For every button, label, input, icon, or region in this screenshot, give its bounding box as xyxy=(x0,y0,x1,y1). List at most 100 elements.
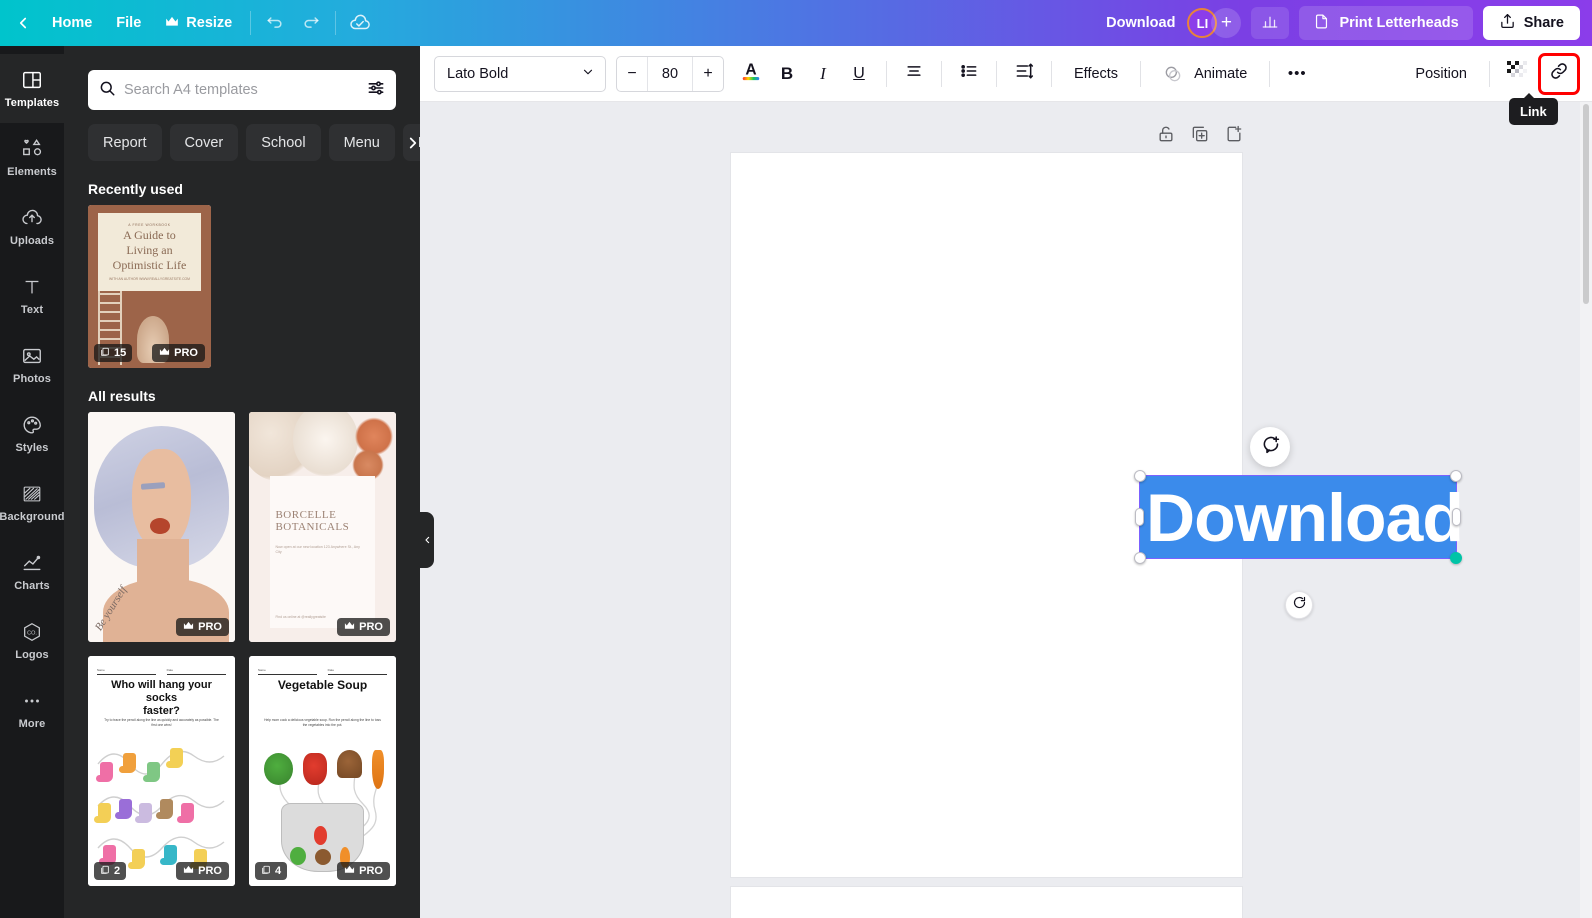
crown-icon xyxy=(159,347,170,359)
chip-school[interactable]: School xyxy=(246,124,321,161)
upload-cloud-icon xyxy=(20,206,44,230)
undo-button[interactable] xyxy=(257,7,293,39)
sidebar-item-templates[interactable]: Templates xyxy=(0,54,64,123)
design-canvas[interactable]: Download xyxy=(420,102,1592,918)
text-color-icon: A xyxy=(740,59,762,88)
page-count-badge: 15 xyxy=(94,344,133,362)
crown-icon xyxy=(183,865,194,877)
template-card-vegetable-soup[interactable]: Name Date Vegetable Soup Help mom cook a… xyxy=(249,656,396,886)
sidebar-item-background[interactable]: Background xyxy=(0,468,64,537)
page-count-badge: 2 xyxy=(94,862,127,880)
text-icon xyxy=(20,275,44,299)
resize-handle-top-right[interactable] xyxy=(1450,470,1462,482)
resize-button[interactable]: Resize xyxy=(153,7,244,39)
resize-handle-middle-right[interactable] xyxy=(1452,508,1461,526)
resize-handle-top-left[interactable] xyxy=(1134,470,1146,482)
redo-button[interactable] xyxy=(293,7,329,39)
sidebar-item-logos[interactable]: CO. Logos xyxy=(0,606,64,675)
crown-icon xyxy=(183,621,194,633)
chip-menu[interactable]: Menu xyxy=(328,124,395,161)
file-menu-button[interactable]: File xyxy=(104,7,153,39)
bar-chart-icon xyxy=(1261,12,1279,35)
template-card-socks[interactable]: Name Date Who will hang your socks faste… xyxy=(88,656,235,886)
add-collaborator-button[interactable]: + xyxy=(1211,8,1242,38)
add-page-icon[interactable] xyxy=(1224,124,1244,149)
cloud-check-icon[interactable] xyxy=(342,7,378,39)
chip-cover[interactable]: Cover xyxy=(169,124,239,161)
search-box[interactable] xyxy=(88,70,396,110)
home-button[interactable]: Home xyxy=(40,7,104,39)
design-page[interactable]: Download xyxy=(731,153,1464,877)
italic-button[interactable]: I xyxy=(806,56,840,92)
lock-icon[interactable] xyxy=(1156,124,1176,149)
photo-icon xyxy=(20,344,44,368)
template-card-guide[interactable]: A FREE WORKBOOK A Guide to Living an Opt… xyxy=(88,205,211,368)
home-label: Home xyxy=(52,15,93,31)
print-letterheads-button[interactable]: Print Letterheads xyxy=(1299,6,1473,40)
sidebar-item-photos[interactable]: Photos xyxy=(0,330,64,399)
template-card-borcelle[interactable]: BORCELLE BOTANICALS Now open at our new … xyxy=(249,412,396,642)
resize-handle-middle-left[interactable] xyxy=(1135,508,1144,526)
toolbar-divider-2 xyxy=(335,11,337,35)
next-page-preview[interactable] xyxy=(731,887,1242,918)
template-title-line-1: A Guide to xyxy=(123,227,176,242)
sidebar-item-text[interactable]: Text xyxy=(0,261,64,330)
back-button[interactable] xyxy=(10,14,40,32)
transparency-button[interactable] xyxy=(1500,56,1534,92)
font-family-select[interactable]: Lato Bold xyxy=(434,55,606,92)
text-align-button[interactable] xyxy=(897,56,931,92)
toolbar-divider-d xyxy=(1051,60,1052,87)
text-color-button[interactable]: A xyxy=(734,56,768,92)
all-results-title: All results xyxy=(88,388,156,404)
more-options-button[interactable]: ••• xyxy=(1280,56,1314,92)
download-button[interactable]: Download xyxy=(1094,7,1187,39)
filter-sliders-icon[interactable] xyxy=(366,78,386,103)
logo-hexagon-icon: CO. xyxy=(20,620,44,644)
sock-5 xyxy=(94,803,112,824)
resize-handle-bottom-left[interactable] xyxy=(1134,552,1146,564)
sock-3 xyxy=(142,761,160,782)
bullet-list-icon xyxy=(959,61,979,86)
font-size-stepper: − 80 + xyxy=(616,55,724,92)
search-input[interactable] xyxy=(116,82,366,98)
sidebar-item-uploads[interactable]: Uploads xyxy=(0,192,64,261)
underline-button[interactable]: U xyxy=(842,56,876,92)
sidebar-item-styles[interactable]: Styles xyxy=(0,399,64,468)
selected-text-element[interactable]: Download xyxy=(1134,470,1464,564)
sidebar-item-label: Text xyxy=(20,304,44,316)
link-button[interactable] xyxy=(1538,52,1580,95)
sidebar-item-more[interactable]: More xyxy=(0,675,64,744)
rotate-handle[interactable] xyxy=(1285,591,1313,619)
add-comment-button[interactable] xyxy=(1250,427,1290,467)
line-spacing-button[interactable] xyxy=(1007,56,1041,92)
template-card-be-yourself[interactable]: Be yourself PRO xyxy=(88,412,235,642)
duplicate-icon[interactable] xyxy=(1190,124,1210,149)
bold-button[interactable]: B xyxy=(770,56,804,92)
collapse-panel-button[interactable] xyxy=(420,512,434,568)
crown-icon xyxy=(344,621,355,633)
canvas-scrollbar-track[interactable] xyxy=(1580,102,1592,918)
sidebar-item-elements[interactable]: Elements xyxy=(0,123,64,192)
resize-handle-bottom-right[interactable] xyxy=(1450,552,1462,564)
effects-button[interactable]: Effects xyxy=(1062,56,1130,92)
bullet-list-button[interactable] xyxy=(952,56,986,92)
font-size-increase-button[interactable]: + xyxy=(693,57,723,91)
template-title-line-2: BOTANICALS xyxy=(275,520,350,533)
sidebar-item-charts[interactable]: Charts xyxy=(0,537,64,606)
canvas-scrollbar-thumb[interactable] xyxy=(1583,104,1589,304)
selected-text-content[interactable]: Download xyxy=(1140,476,1464,558)
sock-2 xyxy=(119,752,137,773)
share-button[interactable]: Share xyxy=(1482,6,1580,40)
position-button[interactable]: Position xyxy=(1403,56,1479,92)
font-size-decrease-button[interactable]: − xyxy=(617,57,647,91)
search-row xyxy=(64,46,420,110)
font-size-value[interactable]: 80 xyxy=(647,56,693,91)
animate-button[interactable]: Animate xyxy=(1151,56,1259,92)
chip-report[interactable]: Report xyxy=(88,124,162,161)
pro-label: PRO xyxy=(174,347,198,359)
insights-button[interactable] xyxy=(1251,7,1290,39)
italic-label: I xyxy=(820,63,826,83)
font-family-label: Lato Bold xyxy=(447,65,509,82)
chevron-right-icon[interactable] xyxy=(396,124,420,161)
animate-icon xyxy=(1163,64,1183,84)
